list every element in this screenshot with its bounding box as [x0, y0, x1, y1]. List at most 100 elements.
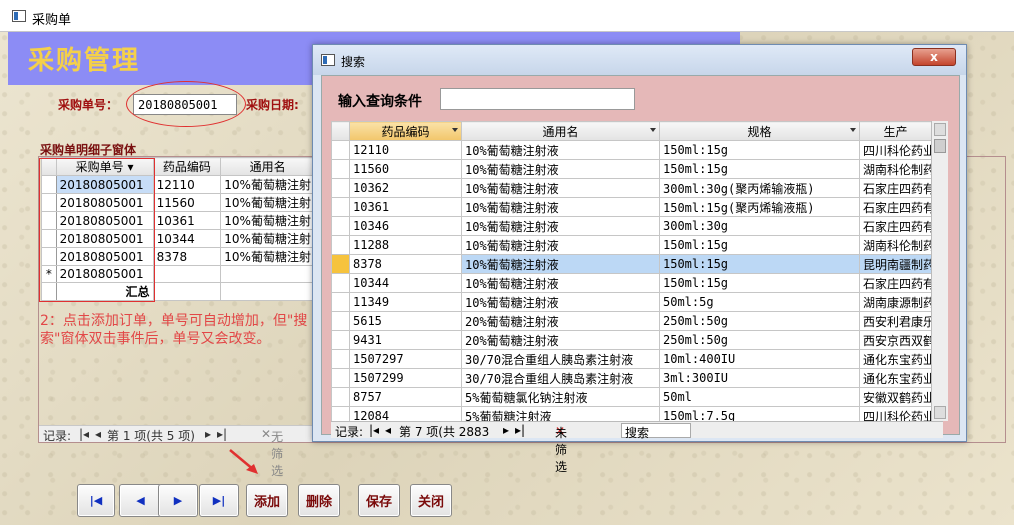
cell[interactable]: 8378 — [152, 247, 222, 266]
cell[interactable]: 20%葡萄糖注射液 — [461, 330, 660, 350]
dialog-close-button[interactable]: x — [912, 48, 956, 66]
col-header-manufacturer[interactable]: 生产 — [859, 121, 932, 141]
nav-first-button[interactable]: |◂ — [79, 427, 89, 441]
cell[interactable]: 湖南科伦制药 — [859, 159, 932, 179]
row-selector[interactable] — [331, 330, 350, 350]
scroll-thumb[interactable] — [934, 139, 946, 153]
cell[interactable]: 10%葡萄糖注射液 — [461, 273, 660, 293]
cell[interactable]: 50ml:5g — [659, 292, 860, 312]
nav-filter[interactable]: ✕ 无筛选 — [261, 427, 283, 478]
cell[interactable]: 湖南科伦制药 — [859, 235, 932, 255]
add-button[interactable]: 添加 — [246, 484, 288, 517]
table-row[interactable]: 1507297 30/70混合重组人胰岛素注射液 10ml:400IU 通化东宝药业 — [331, 349, 932, 369]
cell[interactable]: 10%葡萄糖注射 — [220, 175, 315, 194]
nav-position[interactable]: 第 7 项(共 2883 — [399, 423, 489, 440]
save-button[interactable]: 保存 — [358, 484, 400, 517]
cell[interactable]: 5615 — [349, 311, 462, 331]
col-header-generic-name[interactable]: 通用名 — [220, 157, 315, 176]
query-input[interactable] — [440, 88, 635, 110]
delete-button[interactable]: 删除 — [298, 484, 340, 517]
cell[interactable]: 300ml:30g — [659, 216, 860, 236]
cell[interactable]: 10%葡萄糖注射液 — [461, 216, 660, 236]
col-header-generic-name[interactable]: 通用名 — [461, 121, 660, 141]
cell[interactable]: 10346 — [349, 216, 462, 236]
cell[interactable] — [152, 265, 222, 283]
cell[interactable]: 安徽双鹤药业 — [859, 387, 932, 407]
cell[interactable]: 石家庄四药有 — [859, 178, 932, 198]
cell[interactable]: 11560 — [152, 193, 222, 212]
table-row[interactable]: 10362 10%葡萄糖注射液 300ml:30g(聚丙烯输液瓶) 石家庄四药有 — [331, 178, 932, 198]
cell[interactable]: 10344 — [152, 229, 222, 248]
table-row[interactable]: 5615 20%葡萄糖注射液 250ml:50g 西安利君康乐 — [331, 311, 932, 331]
cell[interactable]: 10ml:400IU — [659, 349, 860, 369]
cell[interactable]: 石家庄四药有 — [859, 197, 932, 217]
cell[interactable]: 石家庄四药有 — [859, 273, 932, 293]
col-header-drug-code[interactable]: 药品编码 — [349, 121, 462, 141]
cell[interactable]: 通化东宝药业 — [859, 349, 932, 369]
cell[interactable]: 10%葡萄糖注射液 — [461, 159, 660, 179]
cell[interactable]: 11560 — [349, 159, 462, 179]
cell[interactable]: 10%葡萄糖注射 — [220, 193, 315, 212]
cell[interactable]: 10362 — [349, 178, 462, 198]
row-selector[interactable] — [331, 387, 350, 407]
cell[interactable]: 150ml:15g — [659, 140, 860, 160]
cell[interactable]: 5%葡萄糖氯化钠注射液 — [461, 387, 660, 407]
cell[interactable]: 250ml:50g — [659, 330, 860, 350]
cell[interactable]: 20%葡萄糖注射液 — [461, 311, 660, 331]
nav-next-button[interactable]: ▸ — [503, 423, 509, 437]
table-row[interactable]: 11349 10%葡萄糖注射液 50ml:5g 湖南康源制药 — [331, 292, 932, 312]
cell[interactable]: 11288 — [349, 235, 462, 255]
first-record-button[interactable]: |◀ — [77, 484, 115, 517]
scroll-down-icon[interactable] — [934, 406, 946, 419]
cell[interactable]: 10%葡萄糖注射液 — [461, 292, 660, 312]
cell[interactable]: 1507299 — [349, 368, 462, 388]
cell[interactable]: 30/70混合重组人胰岛素注射液 — [461, 349, 660, 369]
cell[interactable]: 10344 — [349, 273, 462, 293]
cell[interactable]: 10%葡萄糖注射液 — [461, 178, 660, 198]
cell[interactable]: 30/70混合重组人胰岛素注射液 — [461, 368, 660, 388]
cell[interactable]: 50ml — [659, 387, 860, 407]
scroll-up-icon[interactable] — [934, 123, 946, 136]
cell[interactable]: 10%葡萄糖注射液 — [461, 235, 660, 255]
cell[interactable] — [220, 265, 315, 283]
table-row[interactable]: 9431 20%葡萄糖注射液 250ml:50g 西安京西双鹤 — [331, 330, 932, 350]
row-selector[interactable] — [331, 273, 350, 293]
cell[interactable]: 150ml:15g(聚丙烯输液瓶) — [659, 197, 860, 217]
cell[interactable]: 湖南康源制药 — [859, 292, 932, 312]
nav-position[interactable]: 第 1 项(共 5 项) — [107, 427, 195, 444]
nav-prev-button[interactable]: ◂ — [95, 427, 101, 441]
row-selector[interactable] — [331, 178, 350, 198]
cell[interactable]: 9431 — [349, 330, 462, 350]
row-selector[interactable] — [331, 159, 350, 179]
cell[interactable]: 150ml:15g — [659, 159, 860, 179]
table-row[interactable]: 10344 10%葡萄糖注射液 150ml:15g 石家庄四药有 — [331, 273, 932, 293]
table-row[interactable]: 10361 10%葡萄糖注射液 150ml:15g(聚丙烯输液瓶) 石家庄四药有 — [331, 197, 932, 217]
cell[interactable]: 300ml:30g(聚丙烯输液瓶) — [659, 178, 860, 198]
cell[interactable]: 石家庄四药有 — [859, 216, 932, 236]
cell[interactable]: 8757 — [349, 387, 462, 407]
cell[interactable]: 通化东宝药业 — [859, 368, 932, 388]
col-header-drug-code[interactable]: 药品编码 — [152, 157, 222, 176]
cell[interactable]: 10%葡萄糖注射液 — [461, 197, 660, 217]
nav-last-button[interactable]: ▸| — [515, 423, 525, 437]
cell[interactable]: 10%葡萄糖注射 — [220, 247, 315, 266]
cell[interactable]: 8378 — [349, 254, 462, 274]
cell[interactable]: 150ml:15g — [659, 254, 860, 274]
cell[interactable]: 3ml:300IU — [659, 368, 860, 388]
dialog-title-bar[interactable]: 搜索 x — [313, 45, 966, 75]
cell[interactable]: 昆明南疆制药 — [859, 254, 932, 274]
nav-next-button[interactable]: ▸ — [205, 427, 211, 441]
nav-last-button[interactable]: ▸| — [217, 427, 227, 441]
cell[interactable]: 150ml:15g — [659, 235, 860, 255]
close-button[interactable]: 关闭 — [410, 484, 452, 517]
row-selector[interactable] — [331, 311, 350, 331]
table-row[interactable]: 12110 10%葡萄糖注射液 150ml:15g 四川科伦药业 — [331, 140, 932, 160]
cell[interactable]: 西安京西双鹤 — [859, 330, 932, 350]
nav-first-button[interactable]: |◂ — [369, 423, 379, 437]
next-record-button[interactable]: ▶ — [158, 484, 198, 517]
cell[interactable]: 10%葡萄糖注射 — [220, 211, 315, 230]
table-row[interactable]: 8757 5%葡萄糖氯化钠注射液 50ml 安徽双鹤药业 — [331, 387, 932, 407]
cell[interactable]: 150ml:15g — [659, 273, 860, 293]
cell[interactable]: 10%葡萄糖注射液 — [461, 254, 660, 274]
row-selector[interactable] — [331, 292, 350, 312]
